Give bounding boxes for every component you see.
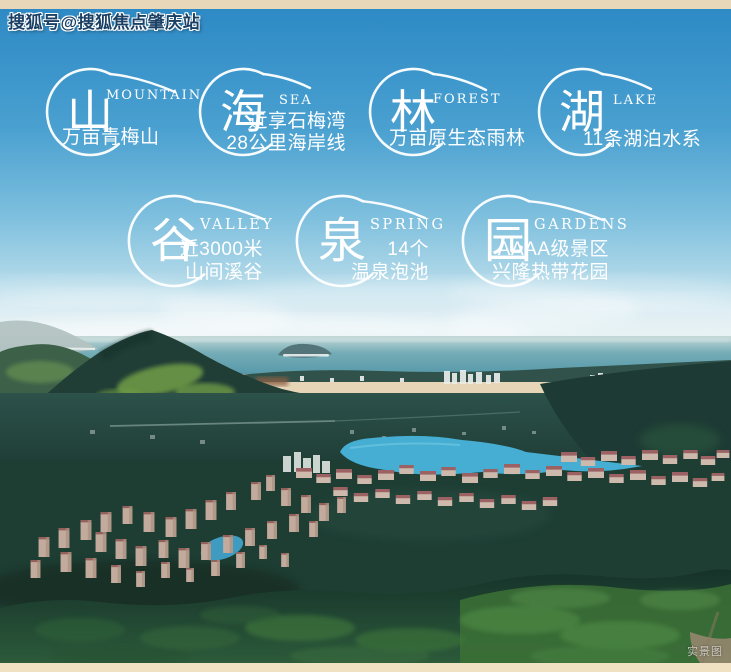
- badge-description: 近享石梅湾 28公里海岸线: [216, 111, 346, 154]
- badge-spring: 泉 SPRING 14个 温泉泡池: [297, 196, 472, 314]
- badge-english-label: LAKE: [613, 93, 658, 108]
- badge-description: 万亩原生态雨林: [389, 128, 526, 150]
- badge-english-label: SPRING: [370, 217, 446, 233]
- badge-description: AAAA级景区 兴隆热带花园: [488, 239, 609, 284]
- badge-description: 近3000米 山间溪谷: [154, 239, 263, 284]
- badge-sea: 海 SEA 近享石梅湾 28公里海岸线: [198, 66, 373, 184]
- badge-description: 万亩青梅山: [62, 127, 160, 149]
- badge-english-label: FOREST: [433, 92, 502, 107]
- badge-english-label: GARDENS: [534, 217, 629, 233]
- badge-mountain: 山 MOUNTAIN 万亩青梅山: [45, 66, 220, 184]
- badge-gardens: 园 GARDENS AAAA级景区 兴隆热带花园: [463, 196, 638, 314]
- badge-lake: 湖 LAKE 11条湖泊水系: [537, 66, 712, 184]
- badge-english-label: VALLEY: [200, 217, 274, 233]
- badge-english-label: MOUNTAIN: [106, 88, 202, 103]
- promo-image: 搜狐号@搜狐焦点肇庆站 实景图 山 MOUNTAIN 万亩青梅山 海 SEA 近…: [0, 0, 731, 672]
- badge-description: 14个 温泉泡池: [327, 239, 429, 284]
- sohu-watermark: 搜狐号@搜狐焦点肇庆站: [8, 8, 200, 33]
- badge-valley: 谷 VALLEY 近3000米 山间溪谷: [129, 196, 304, 314]
- bottom-frame-bar: [0, 663, 731, 672]
- badge-forest: 林 FOREST 万亩原生态雨林: [368, 66, 543, 184]
- real-scene-watermark: 实景图: [687, 643, 723, 659]
- badge-description: 11条湖泊水系: [583, 129, 701, 151]
- badge-english-label: SEA: [279, 93, 313, 108]
